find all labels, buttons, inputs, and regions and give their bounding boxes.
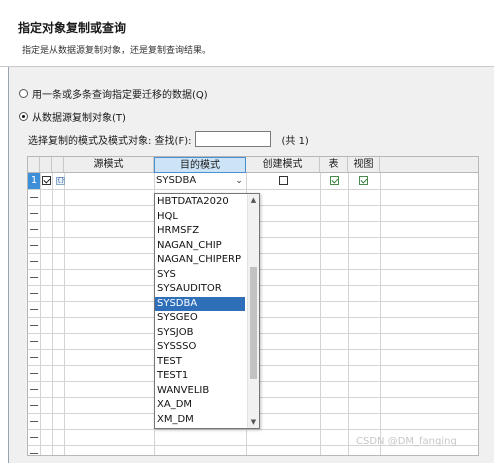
page-title: 指定对象复制或查询 [18, 21, 127, 35]
dropdown-option[interactable]: SYSJOB [155, 326, 245, 341]
row-number[interactable]: 1 [28, 173, 40, 189]
schema-icon: {} [56, 177, 65, 185]
dropdown-option[interactable]: TEST1 [155, 369, 245, 384]
filter-label: 选择复制的模式及模式对象: 查找(F): [28, 135, 192, 147]
search-input[interactable] [195, 131, 272, 147]
empty-row-marker [30, 357, 38, 358]
create-schema-checkbox[interactable] [279, 176, 288, 185]
empty-row-marker [30, 325, 38, 326]
empty-row-marker [30, 389, 38, 390]
dropdown-option[interactable]: SYSDBA [155, 296, 245, 311]
scrollbar-thumb[interactable] [250, 266, 257, 379]
filter-row: 选择复制的模式及模式对象: 查找(F): (共 1) [28, 131, 309, 147]
row-header-corner [28, 157, 40, 173]
result-count: (共 1) [281, 135, 309, 147]
scroll-up-arrow-icon[interactable]: ▲ [248, 194, 259, 206]
dropdown-option[interactable]: HBTDATA2020 [155, 195, 245, 210]
dropdown-option[interactable]: NAGAN_CHIPERP [155, 253, 245, 268]
empty-row-marker [30, 437, 38, 438]
empty-row-marker [30, 293, 38, 294]
column-header-view[interactable]: 视图 [348, 157, 380, 173]
column-header-create-schema[interactable]: 创建模式 [246, 157, 320, 173]
chevron-down-icon[interactable]: ⌄ [234, 173, 244, 189]
empty-row-marker [30, 309, 38, 310]
empty-row-marker [30, 213, 38, 214]
dropdown-option[interactable]: HRMSFZ [155, 224, 245, 239]
empty-row-marker [30, 405, 38, 406]
scroll-down-arrow-icon[interactable]: ▼ [248, 416, 259, 428]
query-option[interactable]: 用一条或多条查询指定要迁移的数据(Q) [19, 86, 208, 101]
check-column-header [40, 157, 52, 173]
dropdown-option[interactable]: SYSAUDITOR [155, 282, 245, 297]
dropdown-option[interactable]: TEST [155, 355, 245, 370]
page-subtitle: 指定是从数据源复制对象，还是复制查询结果。 [22, 46, 212, 56]
table-checkbox[interactable] [330, 176, 339, 185]
view-checkbox[interactable] [359, 176, 368, 185]
column-header-source-schema[interactable]: 源模式 [64, 157, 154, 173]
dropdown-scrollbar[interactable]: ▲ ▼ [247, 194, 259, 428]
copy-objects-option[interactable]: 从数据源复制对象(T) [19, 109, 126, 124]
dropdown-option[interactable]: WANVELIB [155, 384, 245, 399]
target-schema-dropdown[interactable]: HBTDATA2020 HQL HRMSFZ NAGAN_CHIP NAGAN_CHIP… [154, 193, 260, 429]
empty-row-marker [30, 453, 38, 454]
watermark: CSDN @DM_fanqing [356, 436, 457, 447]
column-header-table[interactable]: 表 [320, 157, 348, 173]
empty-row-marker [30, 421, 38, 422]
dropdown-option[interactable]: HQL [155, 210, 245, 225]
target-schema-select[interactable]: SYSDBA [154, 173, 234, 189]
dropdown-option[interactable]: SYSGEO [155, 311, 245, 326]
dropdown-option[interactable]: NAGAN_CHIP [155, 239, 245, 254]
column-header-target-schema[interactable]: 目的模式 [154, 157, 246, 173]
dropdown-option[interactable]: SYSSSO [155, 340, 245, 355]
dropdown-option[interactable]: XM_DM [155, 413, 245, 428]
dropdown-option[interactable]: SYS [155, 268, 245, 283]
empty-row-marker [30, 373, 38, 374]
empty-row-marker [30, 229, 38, 230]
empty-row-marker [30, 261, 38, 262]
empty-row-marker [30, 277, 38, 278]
column-header-filler [380, 157, 478, 173]
icon-column-header [52, 157, 64, 173]
empty-row-marker [30, 341, 38, 342]
copy-objects-radio[interactable] [19, 112, 28, 121]
query-radio[interactable] [19, 89, 28, 98]
query-option-label: 用一条或多条查询指定要迁移的数据(Q) [32, 90, 208, 101]
row-select-checkbox[interactable] [42, 176, 51, 185]
dropdown-option[interactable]: XA_DM [155, 398, 245, 413]
empty-row-marker [30, 197, 38, 198]
empty-row-marker [30, 245, 38, 246]
grid-row-line [28, 189, 478, 190]
copy-objects-label: 从数据源复制对象(T) [32, 113, 126, 124]
wizard-header: 指定对象复制或查询 指定是从数据源复制对象，还是复制查询结果。 [0, 0, 494, 67]
grid-row-line [28, 429, 478, 430]
